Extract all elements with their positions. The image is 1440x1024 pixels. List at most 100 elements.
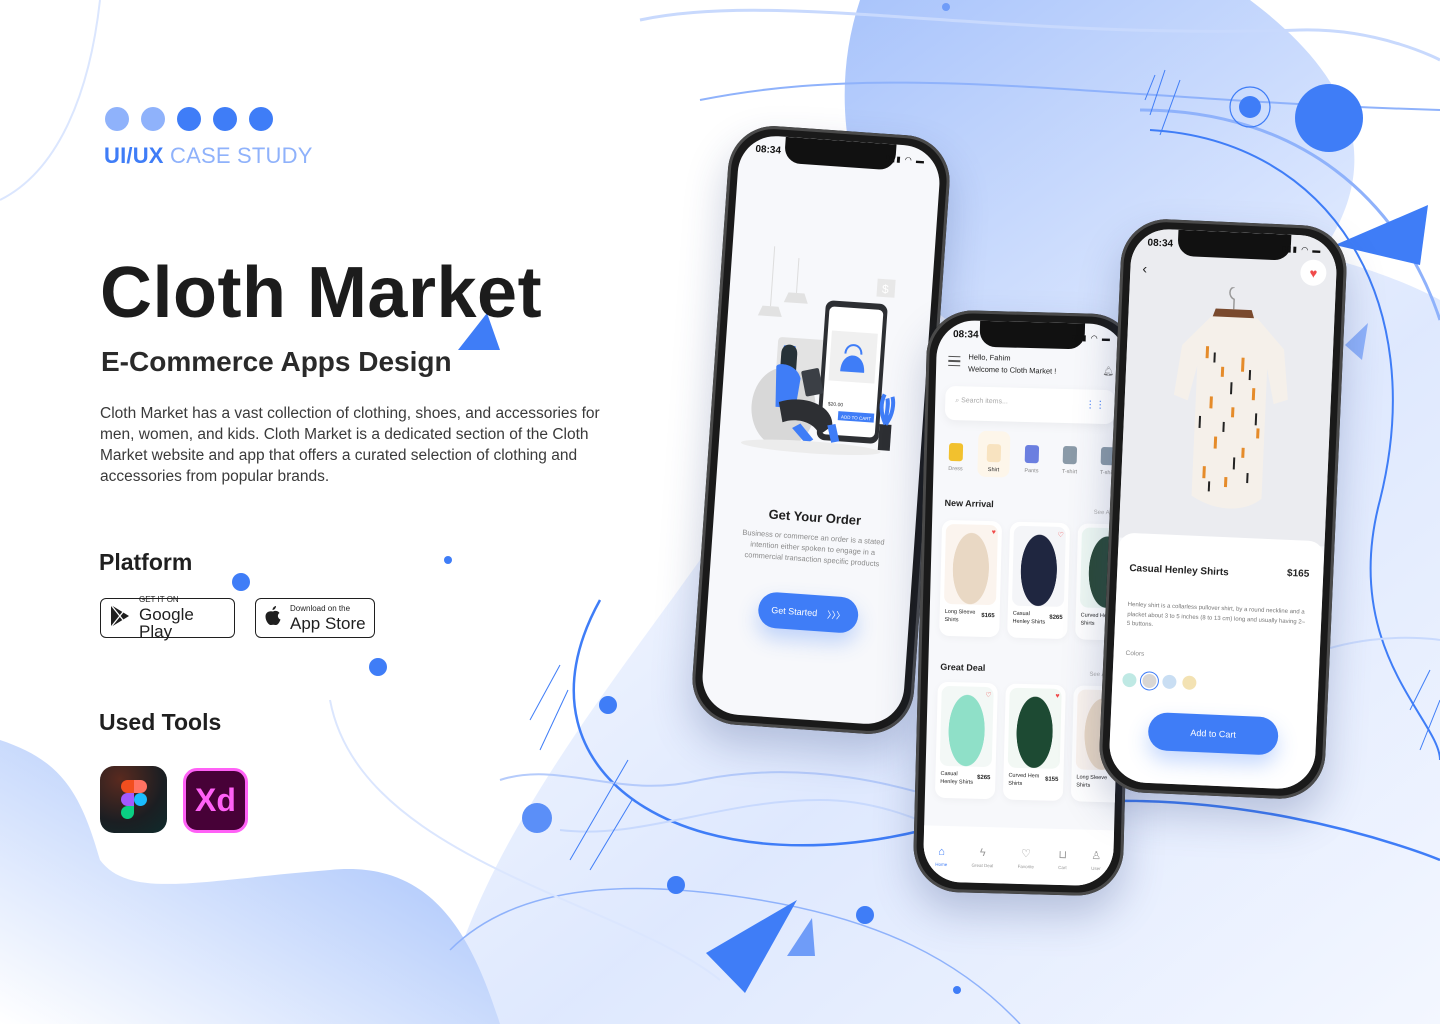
user-icon: ♙ <box>1091 849 1102 863</box>
category-shirt[interactable]: Shirt <box>977 430 1011 478</box>
notch <box>784 136 897 171</box>
lightning-icon: ϟ <box>979 846 986 859</box>
bell-icon[interactable]: 🔔︎ <box>1103 366 1115 377</box>
dot <box>105 107 129 131</box>
color-swatches <box>1122 672 1197 690</box>
home-icon: ⌂ <box>938 845 946 858</box>
dot <box>213 107 237 131</box>
adobe-xd-icon: Xd <box>183 768 248 833</box>
tab-cart[interactable]: ⊔ Cart <box>1058 848 1067 870</box>
tab-user[interactable]: ♙ User <box>1091 849 1101 871</box>
app-store-button[interactable]: Download on the App Store <box>255 598 375 638</box>
great-deal-cards: ♡ Casual Henley Shirts $265 ♥ Curved Hem… <box>934 681 1128 803</box>
shirt-illustration <box>1173 286 1288 509</box>
color-swatch[interactable] <box>1122 672 1137 688</box>
notch <box>979 320 1085 350</box>
color-swatch[interactable] <box>1142 673 1157 689</box>
product-card[interactable]: ♥ Curved Hem Shirts $155 <box>1002 683 1066 802</box>
shirt-icon <box>986 443 1002 463</box>
get-started-button[interactable]: Get Started 〉〉〉 <box>757 591 860 634</box>
used-tools-heading: Used Tools <box>99 709 222 735</box>
apple-icon <box>264 605 282 632</box>
category-list: Dress Shirt Pants T-shirt T-shirt <box>939 429 1127 481</box>
detail-screen: 08:34 ▮▮▮ ◠ ▬ ‹ ♥ Casual Henley Shirts $… <box>1108 227 1338 791</box>
home-screen: 08:34 ▮▮▮ ◠ ▬ Hello, Fahim Welcome to Cl… <box>922 319 1128 887</box>
heart-icon[interactable]: ♥ <box>1055 693 1059 700</box>
onboarding-illustration: $ $20.00 ADD TO CART <box>740 246 896 456</box>
menu-icon[interactable] <box>948 355 961 369</box>
pants-icon <box>1024 444 1040 464</box>
product-info-sheet: Casual Henley Shirts $165 Henley shirt i… <box>1108 532 1325 791</box>
xd-label: Xd <box>195 782 236 818</box>
product-image <box>943 523 999 606</box>
dot <box>141 107 165 131</box>
category-pants[interactable]: Pants <box>1015 431 1049 479</box>
tab-home[interactable]: ⌂ Home <box>935 845 948 866</box>
kicker-light: CASE STUDY <box>170 143 313 168</box>
google-play-button[interactable]: GET IT ON Google Play <box>100 595 235 641</box>
color-swatch[interactable] <box>1162 674 1177 690</box>
product-image <box>1007 687 1062 769</box>
product-price: $165 <box>1286 567 1310 580</box>
product-card[interactable]: ♡ Casual Henley Shirts $265 <box>934 681 998 800</box>
tab-great-deal[interactable]: ϟ Great Deal <box>972 846 994 867</box>
bottom-tab-bar: ⌂ Home ϟ Great Deal ♡ Favorite ⊔ Cart ♙ User <box>922 825 1115 887</box>
product-card[interactable]: ♥ Long Sleeve Shirts $165 <box>939 519 1003 638</box>
dot <box>249 107 273 131</box>
app-store-big: App Store <box>290 613 366 633</box>
color-swatch[interactable] <box>1182 675 1197 690</box>
greeting: Hello, Fahim <box>968 352 1011 363</box>
category-dress[interactable]: Dress <box>939 429 973 477</box>
colors-label: Colors <box>1125 649 1145 658</box>
dot <box>177 107 201 131</box>
product-description: Henley shirt is a collarless pullover sh… <box>1126 601 1306 629</box>
phone-product-detail: 08:34 ▮▮▮ ◠ ▬ ‹ ♥ Casual Henley Shirts $… <box>1097 217 1349 801</box>
tshirt-icon <box>1062 445 1078 465</box>
page-title: Cloth Market <box>100 253 543 333</box>
status-icons: ▮▮▮ ◠ ▬ <box>1071 333 1112 344</box>
decorative-dots <box>105 107 273 131</box>
status-time: 08:34 <box>755 143 782 157</box>
get-started-label: Get Started <box>770 604 818 619</box>
google-play-big: Google Play <box>139 605 194 641</box>
add-to-cart-button[interactable]: Add to Cart <box>1147 711 1279 756</box>
search-placeholder: ⌕ Search items... <box>955 397 1008 406</box>
status-icons: ▮▮▮ ◠ ▬ <box>1281 244 1322 256</box>
new-arrival-cards: ♥ Long Sleeve Shirts $165 ♡ Casual Henle… <box>939 519 1128 641</box>
home-header: Hello, Fahim Welcome to Cloth Market ! 🔔… <box>948 352 1115 376</box>
play-triangle-icon <box>109 604 131 633</box>
status-time: 08:34 <box>1147 237 1174 250</box>
cart-icon: ⊔ <box>1058 848 1068 862</box>
heart-outline-icon[interactable]: ♡ <box>1057 531 1063 539</box>
category-tshirt[interactable]: T-shirt <box>1053 432 1087 480</box>
phone-onboarding: 08:34 ▮▮▮ ◠ ▬ $ $20.00 ADD TO CART Get Y… <box>689 122 953 738</box>
phone-home: 08:34 ▮▮▮ ◠ ▬ Hello, Fahim Welcome to Cl… <box>912 309 1138 897</box>
heart-outline-icon: ♡ <box>1020 847 1032 861</box>
great-deal-title: Great Deal <box>940 661 986 673</box>
back-icon[interactable]: ‹ <box>1142 260 1147 276</box>
filter-icon[interactable]: ⋮⋮ <box>1085 400 1105 412</box>
notch <box>1177 229 1292 261</box>
heart-icon[interactable]: ♥ <box>992 529 996 536</box>
new-arrival-title: New Arrival <box>944 497 994 510</box>
svg-text:$: $ <box>882 282 890 296</box>
kicker-strong: UI/UX <box>104 143 164 168</box>
search-input[interactable]: ⌕ Search items... ⋮⋮ <box>944 385 1116 425</box>
onboarding-description: Business or commerce an order is a state… <box>742 527 885 569</box>
product-name: Casual Henley Shirts <box>1129 562 1229 579</box>
onboarding-screen: 08:34 ▮▮▮ ◠ ▬ $ $20.00 ADD TO CART Get Y… <box>700 133 942 727</box>
welcome-text: Welcome to Cloth Market ! <box>967 364 1057 376</box>
description: Cloth Market has a vast collection of cl… <box>100 405 600 485</box>
heart-outline-icon[interactable]: ♡ <box>985 691 991 699</box>
illustration-price: $20.00 <box>828 401 844 408</box>
product-card[interactable]: ♡ Casual Henley Shirts $265 <box>1007 521 1071 640</box>
app-store-small: Download on the <box>290 603 351 613</box>
case-study-label: UI/UX CASE STUDY <box>104 143 313 169</box>
chevrons-right-icon: 〉〉〉 <box>826 609 846 621</box>
page-subtitle: E-Commerce Apps Design <box>101 346 452 377</box>
dress-icon <box>948 442 964 462</box>
tab-favorite[interactable]: ♡ Favorite <box>1018 847 1035 869</box>
platform-heading: Platform <box>99 549 193 575</box>
status-time: 08:34 <box>952 329 979 341</box>
google-play-small: GET IT ON <box>139 595 179 604</box>
